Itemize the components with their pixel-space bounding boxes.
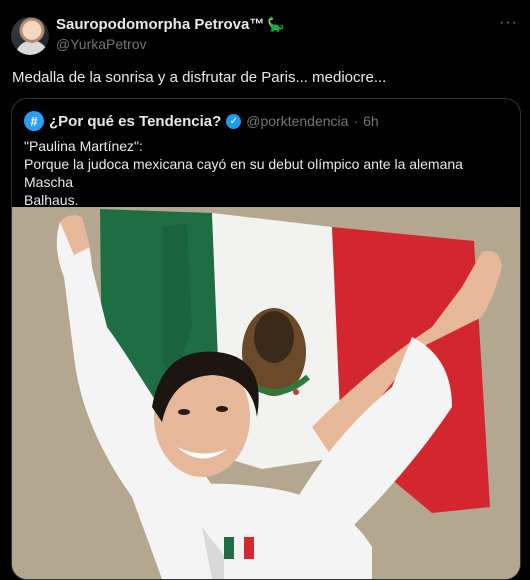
author-display-name[interactable]: Sauropodomorpha Petrova™ bbox=[56, 16, 264, 33]
author-block: Sauropodomorpha Petrova™ 🦕 @YurkaPetrov bbox=[56, 14, 285, 53]
separator-dot: · bbox=[353, 113, 359, 129]
author-handle[interactable]: @YurkaPetrov bbox=[56, 36, 285, 52]
quote-avatar[interactable]: # bbox=[24, 111, 44, 131]
quote-header: # ¿Por qué es Tendencia? ✓ @porktendenci… bbox=[24, 111, 379, 131]
dinosaur-icon: 🦕 bbox=[267, 15, 285, 32]
quote-text-line-1: "Paulina Martínez": bbox=[24, 138, 143, 154]
more-options-icon[interactable]: ··· bbox=[499, 14, 518, 32]
author-avatar[interactable] bbox=[11, 17, 49, 55]
quoted-tweet-card[interactable]: # ¿Por qué es Tendencia? ✓ @porktendenci… bbox=[11, 98, 521, 580]
quote-photo[interactable] bbox=[12, 207, 520, 579]
verified-badge-icon: ✓ bbox=[226, 113, 242, 129]
quote-timestamp[interactable]: 6h bbox=[363, 113, 379, 129]
quote-handle[interactable]: @porktendencia bbox=[246, 113, 348, 129]
quote-text: "Paulina Martínez": Porque la judoca mex… bbox=[24, 137, 508, 209]
quote-display-name[interactable]: ¿Por qué es Tendencia? bbox=[49, 113, 221, 130]
quote-text-line-2: Porque la judoca mexicana cayó en su deb… bbox=[24, 156, 463, 190]
tweet-text: Medalla de la sonrisa y a disfrutar de P… bbox=[12, 69, 387, 86]
